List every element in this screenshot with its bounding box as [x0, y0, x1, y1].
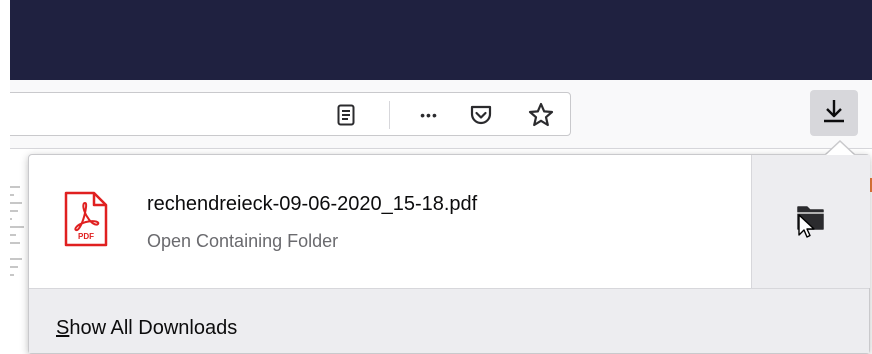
- url-bar[interactable]: •••: [0, 92, 571, 136]
- urlbar-divider: [389, 101, 390, 129]
- download-item[interactable]: PDF rechendreieck-09-06-2020_15-18.pdf O…: [29, 155, 751, 288]
- open-containing-folder-button[interactable]: [751, 155, 870, 288]
- pdf-icon-label: PDF: [78, 232, 94, 241]
- window-left-edge: [0, 0, 10, 349]
- show-all-downloads-footer[interactable]: Show All Downloads: [29, 289, 869, 353]
- pdf-file-icon: PDF: [63, 191, 109, 252]
- page-actions-icon[interactable]: •••: [416, 102, 442, 128]
- panel-arrow: [826, 142, 854, 155]
- downloads-button[interactable]: [810, 90, 858, 136]
- page-actions-glyph: •••: [420, 107, 438, 123]
- pocket-icon[interactable]: [468, 102, 494, 128]
- downloads-panel: PDF rechendreieck-09-06-2020_15-18.pdf O…: [28, 154, 870, 354]
- window-titlebar: [0, 0, 872, 80]
- download-status-text: Open Containing Folder: [147, 231, 339, 251]
- download-file-name: rechendreieck-09-06-2020_15-18.pdf: [147, 193, 478, 215]
- download-arrow-icon: [822, 98, 846, 129]
- show-all-downloads-button[interactable]: Show All Downloads: [56, 317, 237, 340]
- reader-view-icon[interactable]: [333, 102, 359, 128]
- bookmark-star-icon[interactable]: [528, 102, 554, 128]
- folder-icon: [793, 199, 829, 244]
